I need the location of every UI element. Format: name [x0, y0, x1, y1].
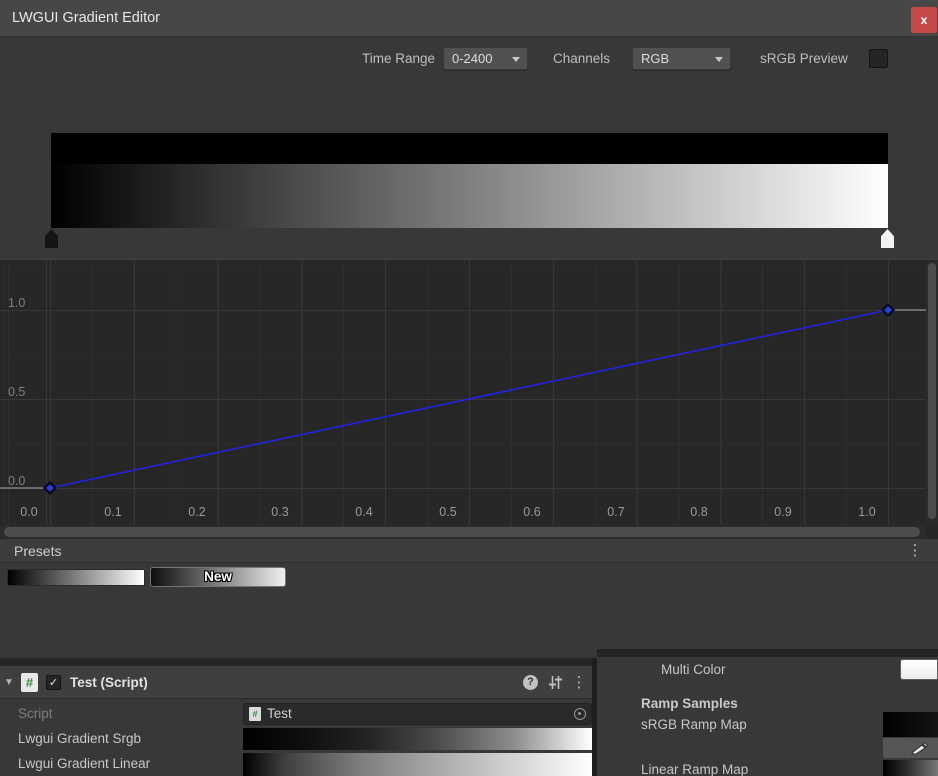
multi-color-swatch[interactable]: [900, 659, 938, 680]
horizontal-scrollbar-thumb[interactable]: [4, 527, 920, 537]
vertical-scrollbar[interactable]: [926, 261, 938, 524]
scrollbar-corner: [926, 525, 938, 540]
component-header[interactable]: ▼ # ✓ Test (Script) ? ⋮: [0, 666, 592, 699]
curve-line[interactable]: [50, 310, 888, 488]
srgb-ramp-map-label: sRGB Ramp Map: [641, 715, 747, 734]
foldout-arrow-icon[interactable]: ▼: [4, 666, 14, 699]
material-panel-top-edge: [597, 649, 938, 657]
channels-value: RGB: [641, 51, 669, 66]
x-axis-tick: 0.2: [180, 505, 214, 519]
y-axis-tick: 0.5: [8, 385, 38, 401]
gradient-linear-label: Lwgui Gradient Linear: [18, 753, 150, 775]
script-object-value: Test: [267, 704, 292, 724]
x-axis-tick: 0.9: [766, 505, 800, 519]
gradient-srgb-label: Lwgui Gradient Srgb: [18, 728, 141, 750]
channels-label: Channels: [553, 47, 625, 70]
x-axis-tick: 0.0: [12, 505, 46, 519]
gradient-key-black[interactable]: [45, 229, 58, 248]
x-axis-tick: 0.5: [431, 505, 465, 519]
x-axis-tick: 0.4: [347, 505, 381, 519]
linear-ramp-map-label: Linear Ramp Map: [641, 760, 748, 776]
csharp-script-icon: #: [21, 673, 38, 692]
component-enabled-checkbox[interactable]: ✓: [46, 675, 61, 690]
gradient-preview[interactable]: [51, 133, 888, 228]
srgb-preview-label: sRGB Preview: [760, 47, 861, 70]
preset-gradient-swatch[interactable]: [7, 569, 145, 586]
x-axis-tick: 0.1: [96, 505, 130, 519]
curve-svg: [0, 261, 926, 525]
component-title: Test (Script): [70, 666, 148, 699]
curve-editor: 1.0 0.5 0.0: [0, 259, 938, 540]
y-axis-tick: 1.0: [8, 296, 38, 312]
presets-sliders-icon[interactable]: [547, 674, 564, 691]
x-axis-tick: 1.0: [850, 505, 884, 519]
gradient-key-white[interactable]: [881, 229, 894, 248]
component-menu-icon[interactable]: ⋮: [570, 666, 588, 699]
channels-dropdown[interactable]: RGB: [632, 47, 731, 70]
gradient-color-strip[interactable]: [51, 164, 888, 228]
curve-key-start[interactable]: [45, 483, 56, 494]
vertical-scrollbar-thumb[interactable]: [928, 263, 936, 519]
title-bar: LWGUI Gradient Editor: [0, 0, 938, 37]
time-range-value: 0-2400: [452, 51, 492, 66]
gradient-linear-field[interactable]: [243, 753, 592, 776]
multi-color-label: Multi Color: [661, 660, 726, 679]
gradient-alpha-strip[interactable]: [51, 133, 888, 164]
preset-new-button[interactable]: New: [150, 567, 286, 587]
x-axis-tick: 0.6: [515, 505, 549, 519]
linear-ramp-map-thumbnail[interactable]: [883, 760, 938, 776]
csharp-script-icon: #: [249, 707, 261, 721]
time-range-label: Time Range: [345, 47, 435, 70]
script-object-field[interactable]: # Test: [243, 703, 592, 725]
presets-title: Presets: [14, 539, 61, 563]
x-axis-tick: 0.8: [682, 505, 716, 519]
gradient-srgb-field[interactable]: [243, 728, 592, 750]
help-icon[interactable]: ?: [523, 675, 538, 690]
presets-header: Presets ⋮: [0, 539, 938, 563]
edit-ramp-button[interactable]: [883, 738, 938, 758]
curve-key-end[interactable]: [883, 305, 894, 316]
ramp-samples-header: Ramp Samples: [641, 694, 738, 713]
object-picker-icon[interactable]: [574, 708, 586, 720]
chevron-down-icon: [512, 57, 520, 62]
x-axis-tick: 0.3: [263, 505, 297, 519]
bottom-separator: [0, 658, 597, 666]
time-range-dropdown[interactable]: 0-2400: [443, 47, 528, 70]
srgb-ramp-map-thumbnail[interactable]: [883, 712, 938, 737]
script-row-label: Script: [18, 703, 53, 725]
chevron-down-icon: [715, 57, 723, 62]
horizontal-scrollbar[interactable]: [0, 525, 926, 540]
srgb-preview-checkbox[interactable]: [869, 49, 888, 68]
y-axis-tick: 0.0: [8, 474, 38, 490]
pencil-icon: [910, 741, 930, 755]
window-title: LWGUI Gradient Editor: [12, 0, 160, 37]
close-button[interactable]: x: [911, 7, 937, 33]
presets-menu-icon[interactable]: ⋮: [904, 539, 926, 563]
x-axis-tick: 0.7: [599, 505, 633, 519]
lwgui-gradient-editor-window: { "window": { "title": "LWGUI Gradient E…: [0, 0, 938, 776]
